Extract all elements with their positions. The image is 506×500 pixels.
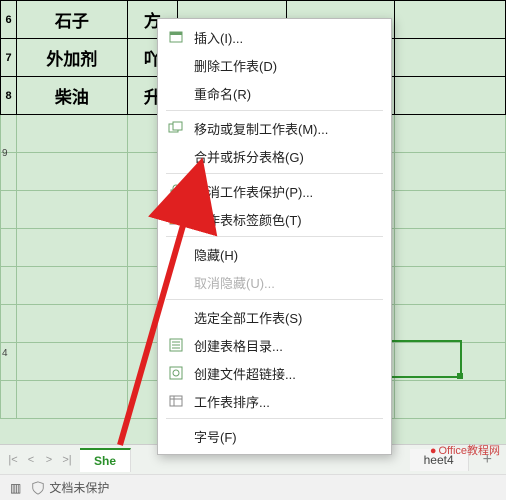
menu-label: 删除工作表(D) — [194, 56, 381, 75]
row-label: 4 — [2, 348, 8, 359]
menu-insert[interactable]: 插入(I)... — [158, 23, 391, 51]
menu-label: 选定全部工作表(S) — [194, 308, 381, 327]
menu-label: 重命名(R) — [194, 84, 381, 103]
menu-label: 工作表排序... — [194, 392, 381, 411]
menu-unhide: 取消隐藏(U)... — [158, 268, 391, 296]
menu-label: 创建文件超链接... — [194, 364, 381, 383]
menu-separator — [166, 173, 383, 174]
blank-icon — [164, 273, 188, 291]
menu-separator — [166, 110, 383, 111]
menu-label: 工作表标签颜色(T) — [194, 210, 381, 229]
unprotect-icon — [164, 182, 188, 200]
status-bar: ▥ 文档未保护 — [0, 474, 506, 500]
cell[interactable]: 石子 — [17, 1, 128, 39]
blank-icon — [164, 84, 188, 102]
menu-label: 移动或复制工作表(M)... — [194, 119, 381, 138]
tab-last-icon[interactable]: >| — [60, 454, 74, 466]
menu-label: 撤消工作表保护(P)... — [194, 182, 381, 201]
menu-font-size[interactable]: 字号(F) — [158, 422, 391, 450]
blank-icon — [164, 245, 188, 263]
menu-create-hyperlinks[interactable]: 创建文件超链接... — [158, 359, 391, 387]
menu-select-all-sheets[interactable]: 选定全部工作表(S) — [158, 303, 391, 331]
menu-separator — [166, 418, 383, 419]
menu-merge-split[interactable]: 合并或拆分表格(G) — [158, 142, 391, 170]
menu-move-copy[interactable]: 移动或复制工作表(M)... — [158, 114, 391, 142]
menu-create-toc[interactable]: 创建表格目录... — [158, 331, 391, 359]
menu-tab-color[interactable]: 工作表标签颜色(T) — [158, 205, 391, 233]
status-menu-icon[interactable]: ▥ — [10, 481, 21, 495]
menu-separator — [166, 236, 383, 237]
row-header[interactable]: 7 — [1, 39, 17, 77]
tab-first-icon[interactable]: |< — [6, 454, 20, 466]
menu-label: 字号(F) — [194, 427, 381, 446]
document-protect-status[interactable]: 文档未保护 — [31, 479, 109, 496]
tab-next-icon[interactable]: > — [42, 454, 56, 466]
watermark: Office教程网 — [430, 442, 500, 458]
move-copy-icon — [164, 119, 188, 137]
row-header[interactable]: 6 — [1, 1, 17, 39]
menu-label: 创建表格目录... — [194, 336, 381, 355]
menu-label: 合并或拆分表格(G) — [194, 147, 381, 166]
insert-icon — [164, 28, 188, 46]
menu-unprotect-sheet[interactable]: 撤消工作表保护(P)... — [158, 177, 391, 205]
cell[interactable]: 外加剂 — [17, 39, 128, 77]
menu-sort-sheets[interactable]: 工作表排序... — [158, 387, 391, 415]
blank-icon — [164, 427, 188, 445]
menu-delete-sheet[interactable]: 删除工作表(D) — [158, 51, 391, 79]
blank-icon — [164, 147, 188, 165]
protect-label: 文档未保护 — [49, 479, 109, 496]
menu-label: 取消隐藏(U)... — [194, 273, 381, 292]
shield-icon — [31, 481, 45, 495]
menu-separator — [166, 299, 383, 300]
menu-label: 插入(I)... — [194, 28, 381, 47]
sheet-tab-active[interactable]: She — [80, 448, 131, 472]
menu-hide[interactable]: 隐藏(H) — [158, 240, 391, 268]
menu-rename[interactable]: 重命名(R) — [158, 79, 391, 107]
cell[interactable] — [395, 39, 506, 77]
tab-nav: |< < > >| — [0, 454, 80, 466]
hyperlink-icon — [164, 364, 188, 382]
toc-icon — [164, 336, 188, 354]
cell[interactable] — [395, 1, 506, 39]
cell[interactable]: 柴油 — [17, 77, 128, 115]
row-header[interactable]: 8 — [1, 77, 17, 115]
blank-icon — [164, 56, 188, 74]
row-label: 9 — [2, 148, 8, 159]
sheet-context-menu: 插入(I)... 删除工作表(D) 重命名(R) 移动或复制工作表(M)... … — [157, 18, 392, 455]
tab-prev-icon[interactable]: < — [24, 454, 38, 466]
blank-icon — [164, 308, 188, 326]
menu-label: 隐藏(H) — [194, 245, 381, 264]
cell[interactable] — [395, 77, 506, 115]
tab-color-icon — [164, 210, 188, 228]
sort-icon — [164, 392, 188, 410]
